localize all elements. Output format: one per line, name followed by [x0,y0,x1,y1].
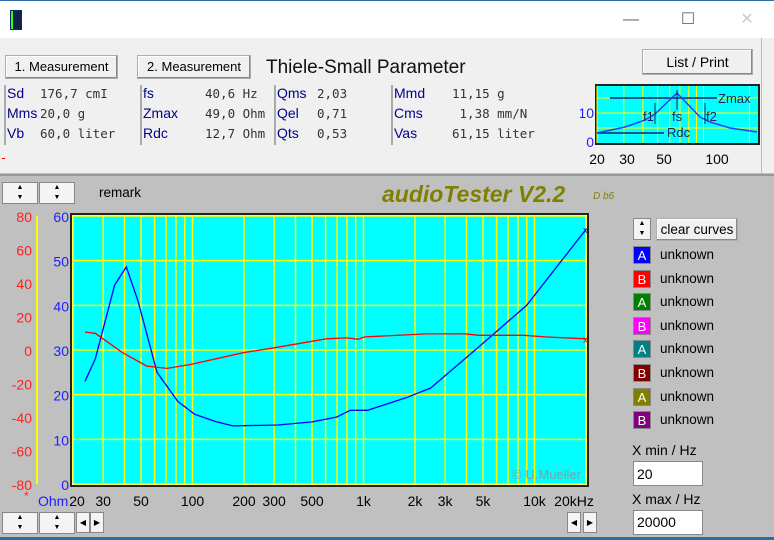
x-tick-label: 3k [438,493,454,509]
copyright-label: © U.Mueller [512,467,581,482]
x-tick-label: 10k [523,493,547,509]
phase-tick-label: 60 [16,243,32,259]
phase-tick-label: -40 [12,410,32,426]
x-tick-label: 20kHz [554,493,594,509]
impedance-tick-label: 20 [53,388,69,404]
phase-end-marker: x [583,335,588,346]
impedance-tick-label: 60 [53,209,69,225]
phase-tick-label: 20 [16,310,32,326]
phase-unit-label: * [24,489,29,503]
x-tick-label: 1k [356,493,372,509]
impedance-unit-label: Ohm [38,493,68,509]
impedance-tick-label: 10 [53,432,69,448]
x-tick-label: 200 [232,493,256,509]
x-tick-label: 100 [181,493,205,509]
x-tick-label: 5k [476,493,492,509]
phase-tick-label: -60 [12,444,32,460]
impedance-chart: 806040200-20-40-60-806050403020100* Ohm 20… [12,209,594,509]
x-tick-label: 30 [95,493,111,509]
impedance-end-marker: x [583,225,588,236]
phase-tick-label: 40 [16,276,32,292]
x-tick-label: 300 [262,493,286,509]
impedance-tick-label: 0 [61,477,69,493]
x-tick-label: 2k [408,493,424,509]
x-tick-label: 20 [69,493,85,509]
phase-tick-label: -80 [12,477,32,493]
x-tick-label: 50 [133,493,149,509]
phase-tick-label: 80 [16,209,32,225]
phase-tick-label: 0 [24,343,32,359]
phase-tick-label: -20 [12,377,32,393]
x-tick-label: 500 [300,493,324,509]
impedance-tick-label: 50 [53,254,69,270]
impedance-tick-label: 30 [53,343,69,359]
impedance-tick-label: 40 [53,298,69,314]
